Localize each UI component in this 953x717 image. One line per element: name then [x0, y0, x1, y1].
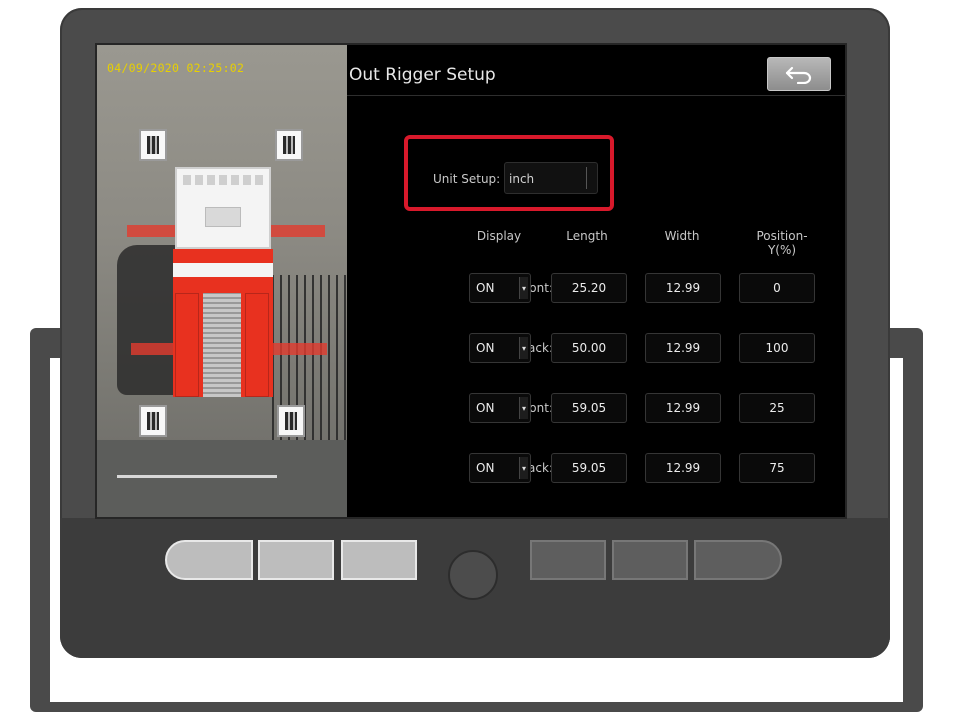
column-header-display: Display: [476, 229, 522, 243]
camera-timestamp: 04/09/2020 02:25:02: [107, 61, 245, 75]
length-input-left-back[interactable]: 50.00: [551, 333, 627, 363]
pavement: [97, 440, 347, 517]
width-input-right-front[interactable]: 12.99: [645, 393, 721, 423]
display-value: ON: [476, 461, 495, 475]
unit-setup-value: inch: [509, 172, 535, 186]
stabilizer-pad-left-front: [139, 129, 167, 161]
dropdown-arrow-icon: ▾: [519, 277, 528, 299]
length-input-right-front[interactable]: 59.05: [551, 393, 627, 423]
truck-cab: [175, 167, 271, 249]
hw-button-3[interactable]: [341, 540, 417, 580]
width-input-left-back[interactable]: 12.99: [645, 333, 721, 363]
screen: 04/09/2020 02:25:02 Out Rigger Setup Uni…: [95, 43, 847, 519]
display-select-left-front[interactable]: ON ▾: [469, 273, 531, 303]
dropdown-arrow-icon: ▾: [519, 397, 528, 419]
display-select-right-front[interactable]: ON ▾: [469, 393, 531, 423]
display-select-right-back[interactable]: ON ▾: [469, 453, 531, 483]
back-arrow-icon: [785, 66, 812, 84]
unit-setup-label: Unit Setup:: [433, 172, 501, 186]
hw-button-5[interactable]: [612, 540, 688, 580]
back-button[interactable]: [767, 57, 831, 91]
title-divider: [347, 95, 845, 96]
hw-button-4[interactable]: [530, 540, 606, 580]
truck-compartment-right: [245, 293, 269, 397]
dropdown-arrow-icon: ▾: [519, 337, 528, 359]
cab-lights: [183, 175, 263, 185]
unit-setup-select[interactable]: inch: [504, 162, 598, 194]
outrigger-setup-panel: Out Rigger Setup Unit Setup: inch Displa…: [347, 45, 845, 517]
hw-knob[interactable]: [448, 550, 498, 600]
dropdown-caret-icon: [586, 167, 593, 189]
position-y-input-left-front[interactable]: 0: [739, 273, 815, 303]
truck-compartment-left: [175, 293, 199, 397]
truck-body: [173, 249, 273, 397]
position-y-input-left-back[interactable]: 100: [739, 333, 815, 363]
outrigger-left-front-bar: [127, 225, 175, 237]
position-y-input-right-back[interactable]: 75: [739, 453, 815, 483]
outrigger-left-back-bar: [131, 343, 175, 355]
camera-view: 04/09/2020 02:25:02: [97, 45, 347, 517]
truck-body-stripe: [173, 263, 273, 277]
hw-button-1[interactable]: [165, 540, 253, 580]
position-y-input-right-front[interactable]: 25: [739, 393, 815, 423]
outrigger-right-front-bar: [271, 225, 325, 237]
hw-button-2[interactable]: [258, 540, 334, 580]
road-marking: [117, 475, 277, 478]
width-input-right-back[interactable]: 12.99: [645, 453, 721, 483]
truck-ladder: [203, 293, 241, 397]
length-input-left-front[interactable]: 25.20: [551, 273, 627, 303]
hw-button-6[interactable]: [694, 540, 782, 580]
stabilizer-pad-right-front: [275, 129, 303, 161]
cab-vent: [205, 207, 241, 227]
length-input-right-back[interactable]: 59.05: [551, 453, 627, 483]
stabilizer-pad-left-back: [139, 405, 167, 437]
display-value: ON: [476, 401, 495, 415]
column-header-length: Length: [566, 229, 608, 243]
page-title: Out Rigger Setup: [349, 65, 496, 85]
column-header-width: Width: [664, 229, 700, 243]
display-value: ON: [476, 341, 495, 355]
display-value: ON: [476, 281, 495, 295]
dropdown-arrow-icon: ▾: [519, 457, 528, 479]
width-input-left-front[interactable]: 12.99: [645, 273, 721, 303]
stabilizer-pad-right-back: [277, 405, 305, 437]
display-select-left-back[interactable]: ON ▾: [469, 333, 531, 363]
outrigger-right-back-bar: [271, 343, 327, 355]
column-header-position-y: Position-Y(%): [756, 229, 808, 257]
